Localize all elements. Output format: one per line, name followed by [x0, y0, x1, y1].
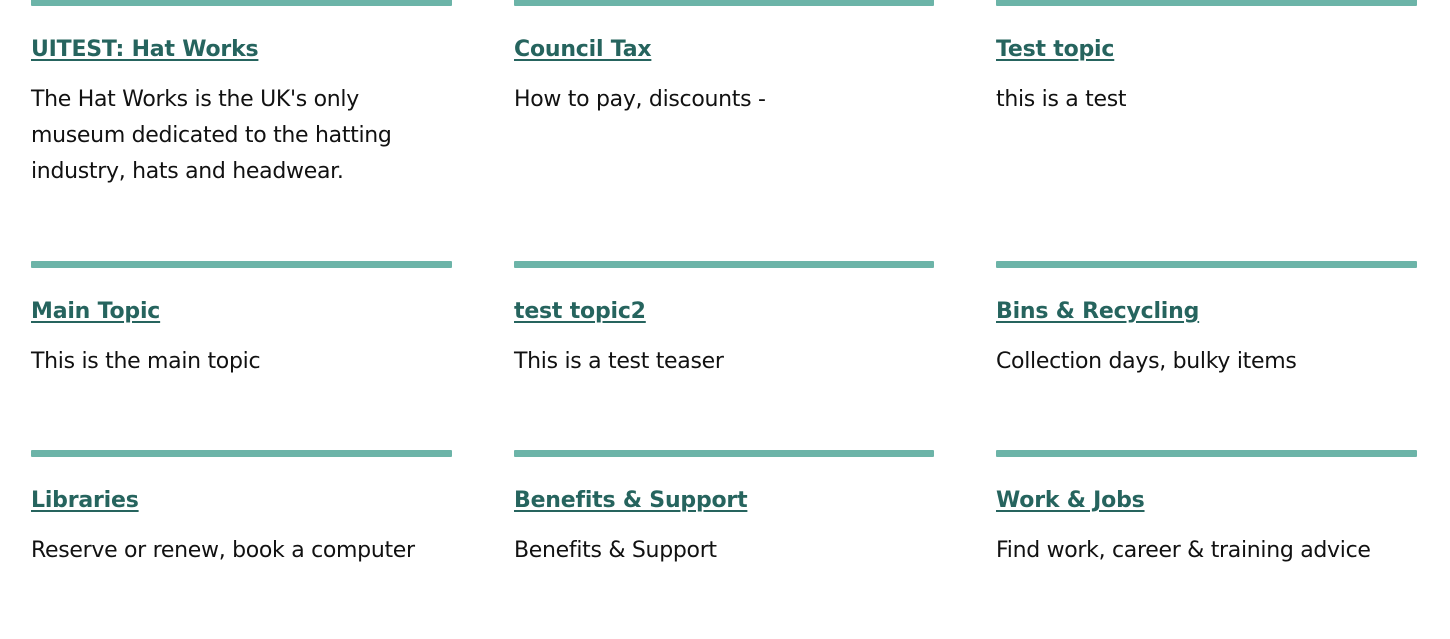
topic-card: Council Tax How to pay, discounts -: [514, 0, 934, 261]
topic-link-work-jobs[interactable]: Work & Jobs: [996, 487, 1145, 515]
card-accent-bar: [31, 450, 452, 457]
topic-link-bins-recycling[interactable]: Bins & Recycling: [996, 298, 1199, 326]
card-accent-bar: [996, 450, 1417, 457]
topic-card: Main Topic This is the main topic: [31, 261, 452, 450]
topic-teaser: This is the main topic: [31, 349, 261, 374]
card-accent-bar: [514, 261, 934, 268]
topic-row: UITEST: Hat Works The Hat Works is the U…: [31, 0, 1419, 261]
topic-teaser: This is a test teaser: [514, 349, 724, 374]
topic-row: Libraries Reserve or renew, book a compu…: [31, 450, 1419, 639]
topic-row: Main Topic This is the main topic test t…: [31, 261, 1419, 450]
topic-teaser: Reserve or renew, book a computer: [31, 538, 415, 563]
topic-link-libraries[interactable]: Libraries: [31, 487, 139, 515]
topic-link-hat-works[interactable]: UITEST: Hat Works: [31, 36, 259, 64]
topic-link-test-topic2[interactable]: test topic2: [514, 298, 646, 326]
topic-link-council-tax[interactable]: Council Tax: [514, 36, 652, 64]
topic-teaser: How to pay, discounts -: [514, 87, 766, 112]
topic-teaser: Find work, career & training advice: [996, 538, 1371, 563]
topic-teaser: The Hat Works is the UK's only museum de…: [31, 87, 392, 184]
topic-teaser: Collection days, bulky items: [996, 349, 1297, 374]
topic-card: Work & Jobs Find work, career & training…: [996, 450, 1417, 639]
card-accent-bar: [514, 450, 934, 457]
topic-link-test-topic[interactable]: Test topic: [996, 36, 1114, 64]
card-accent-bar: [31, 261, 452, 268]
card-accent-bar: [996, 0, 1417, 6]
card-accent-bar: [996, 261, 1417, 268]
card-accent-bar: [31, 0, 452, 6]
topic-card: Bins & Recycling Collection days, bulky …: [996, 261, 1417, 450]
topic-teaser: Benefits & Support: [514, 538, 717, 563]
topic-link-main-topic[interactable]: Main Topic: [31, 298, 160, 326]
topic-grid: UITEST: Hat Works The Hat Works is the U…: [31, 0, 1419, 639]
topic-card: Libraries Reserve or renew, book a compu…: [31, 450, 452, 639]
topic-card: UITEST: Hat Works The Hat Works is the U…: [31, 0, 452, 261]
topic-card: Benefits & Support Benefits & Support: [514, 450, 934, 639]
card-accent-bar: [514, 0, 934, 6]
topic-teaser: this is a test: [996, 87, 1127, 112]
topic-card: test topic2 This is a test teaser: [514, 261, 934, 450]
topic-link-benefits-support[interactable]: Benefits & Support: [514, 487, 748, 515]
topic-card: Test topic this is a test: [996, 0, 1417, 261]
